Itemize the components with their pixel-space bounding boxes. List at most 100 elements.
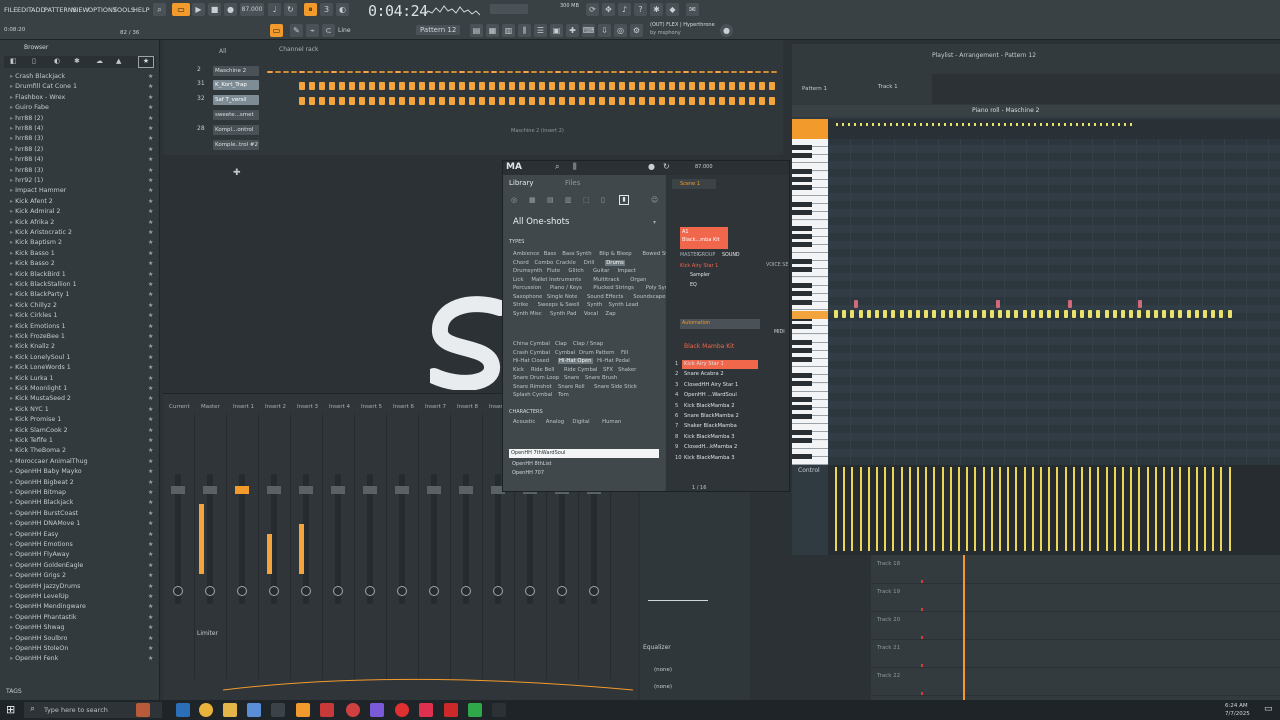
pan-knob[interactable] — [205, 586, 215, 596]
star-icon[interactable]: ★ — [148, 323, 153, 330]
star-icon[interactable]: ★ — [148, 250, 153, 257]
clock-time[interactable]: 6:24 AM — [1225, 703, 1248, 709]
step-button[interactable] — [439, 82, 445, 90]
character-tag[interactable]: Human — [602, 419, 621, 425]
step-button[interactable] — [619, 97, 625, 105]
black-key[interactable] — [792, 397, 812, 403]
step-button[interactable] — [769, 97, 775, 105]
fader-handle[interactable] — [235, 486, 249, 494]
step-marker[interactable] — [347, 71, 353, 73]
user-icon[interactable]: ☺ — [651, 196, 658, 204]
browser-item[interactable]: Drumfill Cat Cone 1 — [10, 83, 77, 94]
black-key[interactable] — [792, 234, 812, 240]
note-block-accent[interactable] — [996, 300, 1000, 308]
kit-sound-item[interactable]: OpenHH ...WardSoul — [684, 392, 737, 398]
mixer-track-label[interactable]: Insert 1 — [233, 404, 254, 410]
playlist-track-label[interactable]: Track 22 — [877, 673, 900, 679]
velocity-bar[interactable] — [1007, 467, 1010, 551]
channel-name-button[interactable]: Maschine 2 — [213, 66, 259, 76]
star-icon[interactable]: ★ — [148, 489, 153, 496]
tempo-tapper-icon[interactable]: ✚ — [566, 24, 579, 37]
step-marker[interactable] — [603, 71, 609, 73]
mixer-track-label[interactable]: Master — [201, 404, 220, 410]
effect-icon[interactable]: ⬚ — [583, 196, 590, 204]
kit-icon[interactable]: ▦ — [529, 196, 536, 204]
step-button[interactable] — [679, 97, 685, 105]
step-marker[interactable] — [571, 71, 577, 73]
star-icon[interactable]: ★ — [148, 281, 153, 288]
type-tag[interactable]: Drums — [605, 259, 625, 266]
step-button[interactable] — [599, 97, 605, 105]
step-button[interactable] — [539, 97, 545, 105]
sub-type-tag[interactable]: Ride Cymbal — [564, 367, 598, 373]
mixer-track[interactable] — [165, 414, 195, 679]
note-block[interactable] — [1104, 310, 1109, 318]
step-button[interactable] — [359, 97, 365, 105]
note-block[interactable] — [1030, 310, 1035, 318]
browser-item[interactable]: Kick BlackStallion 1 — [10, 281, 76, 292]
step-button[interactable] — [329, 97, 335, 105]
fader-handle[interactable] — [395, 486, 409, 494]
note-block[interactable] — [1112, 310, 1117, 318]
mixer-track[interactable] — [421, 414, 451, 679]
stop-button[interactable]: ■ — [208, 3, 221, 16]
velocity-bar[interactable] — [966, 467, 969, 551]
note-block[interactable] — [1121, 310, 1125, 318]
star-icon[interactable]: ★ — [148, 416, 153, 423]
black-key[interactable] — [792, 413, 812, 419]
result-item[interactable]: OpenHH 707 — [512, 470, 544, 476]
note-block[interactable] — [940, 310, 945, 318]
fader-handle[interactable] — [171, 486, 185, 494]
pan-knob[interactable] — [461, 586, 471, 596]
step-button[interactable] — [569, 82, 575, 90]
note-block[interactable] — [1219, 310, 1224, 318]
step-marker[interactable] — [451, 71, 457, 73]
step-marker[interactable] — [651, 71, 657, 73]
step-button[interactable] — [649, 82, 655, 90]
browser-item[interactable]: hrr88 (4) — [10, 156, 43, 167]
step-marker[interactable] — [427, 71, 433, 73]
browser-item[interactable]: hrr88 (4) — [10, 125, 43, 136]
link-icon[interactable]: ✥ — [602, 3, 615, 16]
browser-item[interactable]: OpenHH Easy — [10, 531, 58, 542]
step-marker[interactable] — [291, 71, 297, 73]
fader-handle[interactable] — [299, 486, 313, 494]
channel-name-button[interactable]: sweete...smet — [213, 110, 259, 120]
type-tag[interactable]: Bass — [544, 251, 556, 257]
note-block[interactable] — [866, 310, 871, 318]
note-block[interactable] — [916, 310, 920, 318]
step-button[interactable] — [449, 82, 455, 90]
browser-item[interactable]: Kick Afrika 2 — [10, 219, 54, 230]
star-icon[interactable]: ★ — [148, 115, 153, 122]
step-marker[interactable] — [459, 71, 465, 73]
note-block[interactable] — [1178, 310, 1183, 318]
step-button[interactable] — [709, 82, 715, 90]
mixer-track[interactable] — [293, 414, 323, 679]
step-marker[interactable] — [283, 71, 289, 73]
black-key[interactable] — [792, 201, 812, 207]
step-button[interactable] — [669, 82, 675, 90]
note-block-accent[interactable] — [854, 300, 858, 308]
step-button[interactable] — [469, 97, 475, 105]
fader-handle[interactable] — [203, 486, 217, 494]
browser-item[interactable]: OpenHH GoldenEagle — [10, 562, 83, 573]
star-icon[interactable]: ★ — [148, 593, 153, 600]
app-badge-icon[interactable] — [444, 703, 458, 717]
sample-icon[interactable]: ▯ — [601, 196, 605, 204]
type-tag[interactable]: Zap — [605, 311, 615, 317]
browser-item[interactable]: Kick TheBoma 2 — [10, 447, 66, 458]
note-block[interactable] — [883, 310, 888, 318]
touch-keyboard-icon[interactable]: ⌨ — [582, 24, 595, 37]
star-icon[interactable]: ★ — [148, 291, 153, 298]
step-button[interactable] — [659, 82, 665, 90]
browser-item[interactable]: OpenHH Fenk — [10, 655, 58, 666]
mixer-track-label[interactable]: Insert 7 — [425, 404, 446, 410]
velocity-bar[interactable] — [974, 467, 977, 551]
step-button[interactable] — [339, 97, 345, 105]
type-tag[interactable]: Synth Lead — [609, 302, 639, 308]
step-button[interactable] — [389, 82, 395, 90]
loop-icon[interactable]: ↻ — [663, 162, 670, 171]
velocity-bar[interactable] — [851, 467, 854, 551]
type-tag[interactable]: Organ — [630, 277, 646, 283]
note-block[interactable] — [1047, 310, 1052, 318]
